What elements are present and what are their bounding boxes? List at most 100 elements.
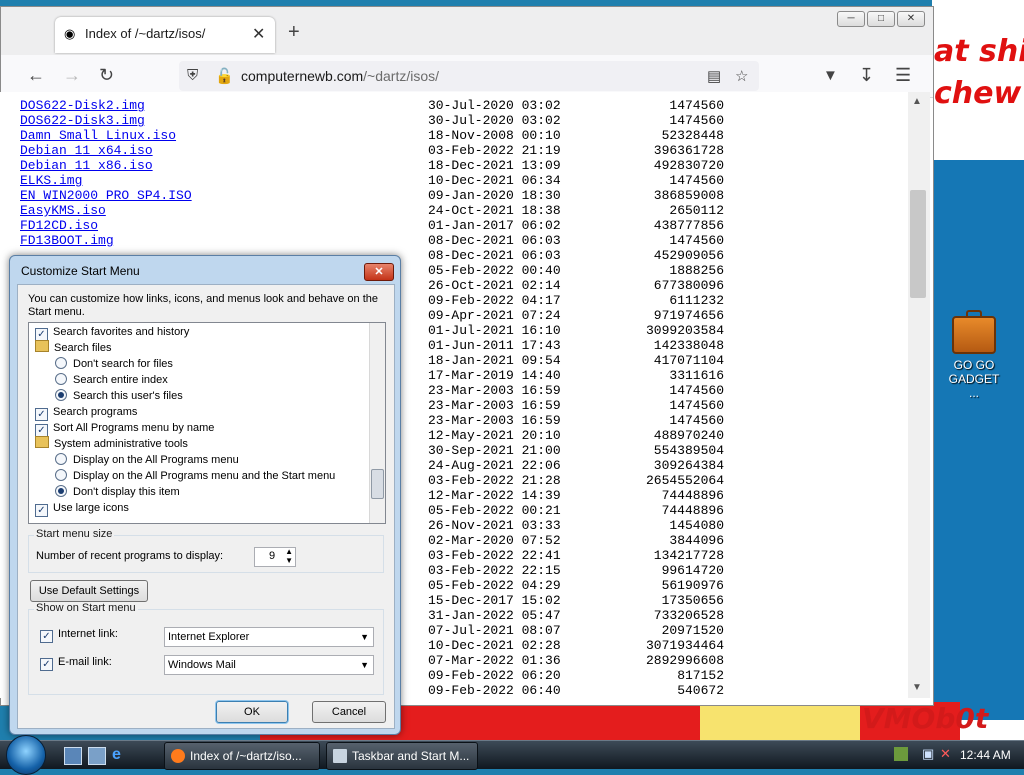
minimize-button[interactable]: ─ xyxy=(837,11,865,27)
desktop-icon-go-go-gadget[interactable]: GO GO GADGET ... xyxy=(944,310,1004,400)
file-link[interactable]: Damn Small Linux.iso xyxy=(20,128,176,143)
option-radio[interactable]: Search this user's files xyxy=(55,388,183,404)
volume-muted-icon[interactable]: ✕ xyxy=(940,746,951,762)
email-link-dropdown[interactable]: Windows Mail ▼ xyxy=(164,655,374,675)
file-size: 56190976 xyxy=(661,578,724,593)
taskbar-item-start-menu-settings[interactable]: Taskbar and Start M... xyxy=(326,742,478,770)
download-icon[interactable]: ↧ xyxy=(859,65,874,86)
email-link-checkbox[interactable]: ✓ E-mail link: xyxy=(40,656,112,671)
file-date: 17-Mar-2019 14:40 xyxy=(428,368,561,383)
url-text[interactable]: computernewb.com/~dartz/isos/ xyxy=(241,68,439,84)
option-radio[interactable]: Search entire index xyxy=(55,372,168,388)
option-radio[interactable]: Display on the All Programs menu xyxy=(55,452,239,468)
file-date: 07-Jul-2021 08:07 xyxy=(428,623,561,638)
page-scrollbar[interactable] xyxy=(908,92,930,698)
file-date: 01-Jul-2021 16:10 xyxy=(428,323,561,338)
use-default-settings-button[interactable]: Use Default Settings xyxy=(30,580,148,602)
clock[interactable]: 12:44 AM xyxy=(960,748,1011,762)
radio-selected-icon xyxy=(55,389,67,401)
tray-app-icon[interactable] xyxy=(894,747,908,761)
file-link[interactable]: DOS622-Disk3.img xyxy=(20,113,145,128)
cancel-button[interactable]: Cancel xyxy=(312,701,386,723)
spin-up-icon[interactable]: ▲ xyxy=(285,547,293,556)
file-size: 1474560 xyxy=(669,113,724,128)
internet-explorer-icon[interactable]: e xyxy=(112,747,128,763)
spin-down-icon[interactable]: ▼ xyxy=(285,556,293,565)
file-link[interactable]: FD13BOOT.img xyxy=(20,233,114,248)
option-checkbox[interactable]: ✓ Search favorites and history xyxy=(35,324,189,341)
option-checkbox[interactable]: ✓ Use large icons xyxy=(35,500,129,517)
internet-link-dropdown[interactable]: Internet Explorer ▼ xyxy=(164,627,374,647)
window-close-button[interactable]: ✕ xyxy=(897,11,925,27)
file-size: 20971520 xyxy=(661,623,724,638)
checkbox-checked-icon: ✓ xyxy=(35,504,48,517)
file-date: 10-Dec-2021 02:28 xyxy=(428,638,561,653)
option-radio[interactable]: Display on the All Programs menu and the… xyxy=(55,468,335,484)
maximize-button[interactable]: □ xyxy=(867,11,895,27)
file-date: 09-Feb-2022 06:20 xyxy=(428,668,561,683)
url-host: computernewb.com xyxy=(241,68,364,84)
file-date: 03-Feb-2022 22:15 xyxy=(428,563,561,578)
option-label: Display on the All Programs menu xyxy=(73,454,239,466)
ok-button[interactable]: OK xyxy=(216,701,288,723)
option-checkbox[interactable]: ✓ Search programs xyxy=(35,404,138,421)
network-icon[interactable]: ▣ xyxy=(922,746,934,762)
dialog-close-button[interactable]: ✕ xyxy=(364,263,394,281)
option-label: Don't search for files xyxy=(73,358,173,370)
options-scroll-thumb[interactable] xyxy=(371,469,384,499)
reader-view-icon[interactable]: ▤ xyxy=(707,67,721,85)
option-radio[interactable]: Don't display this item xyxy=(55,484,180,500)
file-size: 3099203584 xyxy=(645,323,724,338)
file-date: 09-Jan-2020 18:30 xyxy=(428,188,561,203)
file-size: 1474560 xyxy=(669,98,724,113)
new-tab-icon[interactable]: + xyxy=(288,21,300,44)
file-date: 24-Oct-2021 18:38 xyxy=(428,203,561,218)
radio-icon xyxy=(55,469,67,481)
wallpaper-text-1: at shit xyxy=(934,34,1024,69)
scroll-up-icon[interactable]: ▲ xyxy=(912,96,922,107)
file-link[interactable]: ELKS.img xyxy=(20,173,82,188)
lock-slash-icon[interactable]: 🔓 xyxy=(215,67,234,85)
listing-row: Debian 11 x86.iso 18-Dec-2021 13:09 492830… xyxy=(0,158,900,173)
tab-active[interactable]: ◉ Index of /~dartz/isos/ ✕ xyxy=(55,17,275,53)
file-date: 18-Nov-2008 00:10 xyxy=(428,128,561,143)
start-button[interactable] xyxy=(6,735,46,775)
file-date: 03-Feb-2022 22:41 xyxy=(428,548,561,563)
wallpaper-blue-area xyxy=(932,160,1024,720)
file-link[interactable]: Debian 11 x86.iso xyxy=(20,158,153,173)
file-link[interactable]: FD12CD.iso xyxy=(20,218,98,233)
file-date: 26-Nov-2021 03:33 xyxy=(428,518,561,533)
show-desktop-icon[interactable] xyxy=(64,747,82,765)
option-radio[interactable]: Don't search for files xyxy=(55,356,173,372)
option-label: Search this user's files xyxy=(73,390,183,402)
close-tab-icon[interactable]: ✕ xyxy=(252,24,265,44)
file-link[interactable]: Debian 11 x64.iso xyxy=(20,143,153,158)
reload-icon[interactable]: ↻ xyxy=(99,65,114,86)
file-link[interactable]: DOS622-Disk2.img xyxy=(20,98,145,113)
option-label: Search programs xyxy=(53,406,138,418)
file-size: 438777856 xyxy=(653,218,724,233)
page-scroll-thumb[interactable] xyxy=(910,190,926,298)
file-date: 12-May-2021 20:10 xyxy=(428,428,561,443)
url-bar[interactable]: ⛨ 🔓 computernewb.com/~dartz/isos/ ▤ ☆ xyxy=(179,61,759,91)
forward-arrow-icon[interactable]: → xyxy=(63,65,81,86)
recent-programs-stepper[interactable]: 9 ▲ ▼ xyxy=(254,547,296,567)
star-icon[interactable]: ☆ xyxy=(735,67,748,85)
back-arrow-icon[interactable]: ← xyxy=(27,65,45,86)
option-checkbox[interactable]: ✓ Sort All Programs menu by name xyxy=(35,420,214,437)
file-link[interactable]: EN WIN2000 PRO SP4.ISO xyxy=(20,188,192,203)
file-link[interactable]: EasyKMS.iso xyxy=(20,203,106,218)
file-size: 99614720 xyxy=(661,563,724,578)
scroll-down-icon[interactable]: ▼ xyxy=(912,682,922,693)
recent-programs-label: Number of recent programs to display: xyxy=(36,550,224,562)
file-size: 1474560 xyxy=(669,233,724,248)
shield-icon[interactable]: ⛨ xyxy=(187,67,198,84)
switch-windows-icon[interactable] xyxy=(88,747,106,765)
pocket-icon[interactable]: ▼ xyxy=(823,67,838,84)
internet-link-checkbox[interactable]: ✓ Internet link: xyxy=(40,628,118,643)
hamburger-menu-icon[interactable]: ☰ xyxy=(895,65,911,86)
taskbar-item-browser[interactable]: Index of /~dartz/iso... xyxy=(164,742,320,770)
checkbox-checked-icon: ✓ xyxy=(40,658,53,671)
listing-row: FD12CD.iso 01-Jan-2017 06:02 438777856 xyxy=(0,218,900,233)
file-size: 309264384 xyxy=(653,458,724,473)
